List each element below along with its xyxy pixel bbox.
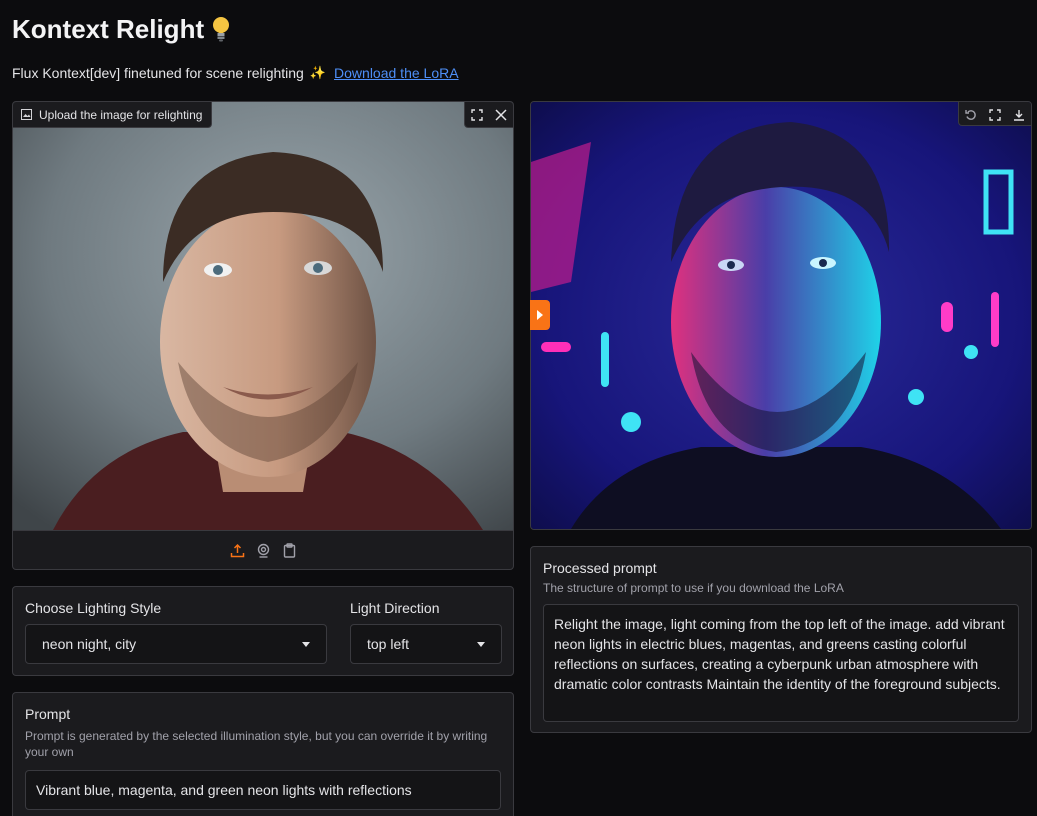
undo-icon[interactable] — [959, 102, 983, 127]
prompt-info: Prompt is generated by the selected illu… — [25, 729, 488, 759]
fullscreen-icon[interactable] — [983, 102, 1007, 127]
compare-slider-handle[interactable] — [530, 300, 550, 330]
close-icon[interactable] — [489, 102, 513, 127]
input-image-panel[interactable]: Upload the image for relighting — [12, 101, 514, 570]
prompt-panel: Prompt Prompt is generated by the select… — [12, 692, 514, 816]
processed-prompt-panel: Processed prompt The structure of prompt… — [530, 546, 1032, 733]
processed-prompt-label: Processed prompt — [543, 560, 657, 576]
output-image-panel — [530, 101, 1032, 530]
subtitle-text: Flux Kontext[dev] finetuned for scene re… — [12, 65, 304, 81]
subtitle: Flux Kontext[dev] finetuned for scene re… — [12, 65, 459, 81]
lighting-style-label: Choose Lighting Style — [25, 600, 162, 616]
image-source-bar — [13, 530, 513, 569]
image-upload-label: Upload the image for relighting — [13, 102, 213, 128]
input-image[interactable] — [13, 102, 513, 530]
processed-prompt-textbox[interactable]: Relight the image, light coming from the… — [543, 604, 1019, 722]
fullscreen-icon[interactable] — [465, 102, 489, 127]
lightbulb-icon — [213, 16, 230, 41]
dropdown-arrow-icon — [302, 641, 310, 647]
lighting-style-value: neon night, city — [42, 636, 137, 652]
webcam-icon[interactable] — [255, 543, 271, 559]
output-image-toolbar — [958, 102, 1031, 126]
title-text: Kontext Relight — [12, 14, 205, 44]
clipboard-icon[interactable] — [281, 543, 297, 559]
light-direction-dropdown[interactable]: top left — [350, 624, 502, 664]
download-icon[interactable] — [1007, 102, 1031, 127]
lighting-options-panel: Choose Lighting Style neon night, city L… — [12, 586, 514, 676]
image-upload-label-text: Upload the image for relighting — [39, 107, 203, 122]
sparkle-icon: ✨ — [309, 65, 327, 80]
input-image-toolbar — [464, 102, 513, 128]
prompt-input[interactable]: Vibrant blue, magenta, and green neon li… — [25, 770, 501, 810]
dropdown-arrow-icon — [477, 641, 485, 647]
download-lora-link[interactable]: Download the LoRA — [334, 65, 459, 81]
prompt-label: Prompt — [25, 706, 71, 722]
chevron-right-icon — [537, 310, 543, 320]
upload-icon[interactable] — [229, 543, 245, 559]
page-title: Kontext Relight — [12, 14, 230, 45]
light-direction-label: Light Direction — [350, 600, 440, 616]
processed-prompt-info: The structure of prompt to use if you do… — [543, 581, 844, 595]
output-image — [531, 102, 1031, 529]
lighting-style-dropdown[interactable]: neon night, city — [25, 624, 327, 664]
image-icon — [21, 109, 32, 120]
light-direction-value: top left — [367, 636, 410, 652]
